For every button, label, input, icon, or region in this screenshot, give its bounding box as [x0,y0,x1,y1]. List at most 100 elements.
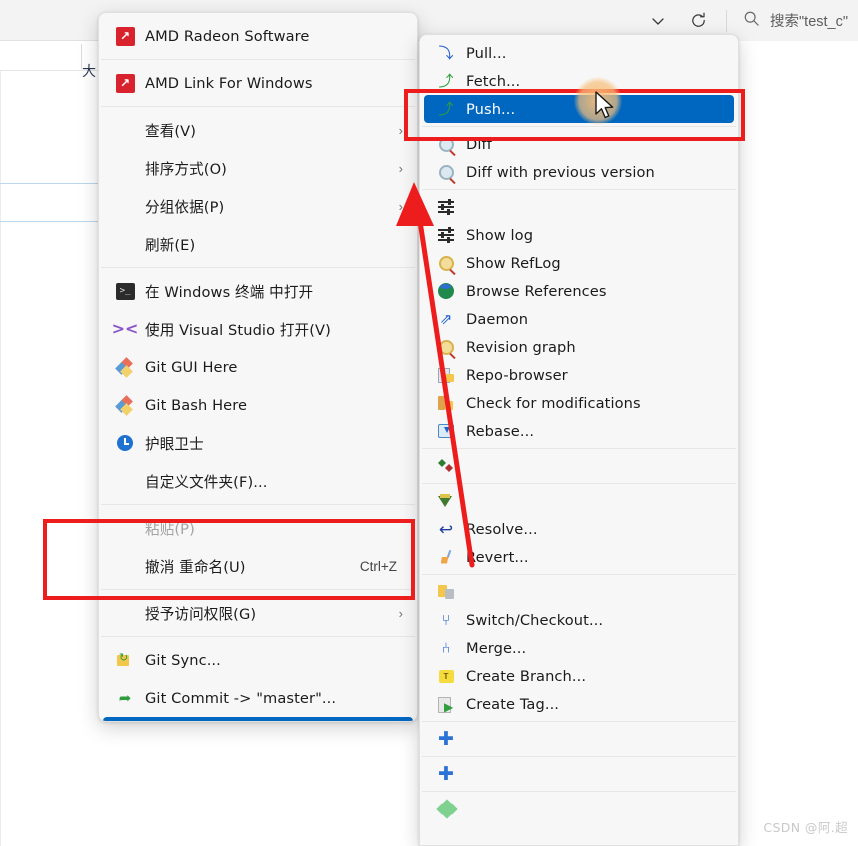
submenu-item-show-log[interactable] [424,193,734,221]
menu-item-label: Resolve... [466,520,538,538]
menu-separator [101,589,415,590]
toolbar-divider [726,9,728,32]
git-icon [111,356,139,378]
menu-item-label: Repo-browser [466,366,568,384]
menu-separator [101,636,415,637]
submenu-item-repo-browser[interactable]: Revision graph [424,333,734,361]
menu-item-label: 排序方式(O) [145,160,227,178]
submenu-item-browse-references[interactable]: Show RefLog [424,249,734,277]
column-header-size[interactable]: 大 [82,61,96,81]
menu-item-label: AMD Radeon Software [145,27,310,45]
submenu-item-pull[interactable]: ⤵ Pull... [424,39,734,67]
submenu-item-revert[interactable]: ↩ Resolve... [424,515,734,543]
menu-item-label: Show RefLog [466,254,561,272]
watermark-text: CSDN @阿.超 [763,820,848,835]
repo-browser-icon [432,337,460,357]
submenu-item-create-patch-serial[interactable] [424,795,734,823]
submenu-item-switch-checkout[interactable] [424,578,734,606]
menu-separator [422,448,736,449]
amd-icon: ↗ [111,26,139,46]
menu-item-view[interactable]: 查看(V) › [103,111,413,149]
menu-separator [422,721,736,722]
bisect-icon [432,456,460,476]
menu-item-open-in-windows-terminal[interactable]: >_ 在 Windows 终端 中打开 [103,272,413,310]
menu-separator [422,756,736,757]
menu-item-refresh[interactable]: 刷新(E) [103,225,413,263]
menu-item-customize-folder[interactable]: 自定义文件夹(F)... [103,462,413,500]
submenu-item-check-for-modifications[interactable]: Repo-browser [424,361,734,389]
menu-item-grant-access[interactable]: 授予访问权限(G) › [103,594,413,632]
menu-separator [101,267,415,268]
daemon-icon [432,281,460,301]
menu-item-amd-link-for-windows[interactable]: ↗ AMD Link For Windows [103,64,413,102]
submenu-item-stash-changes[interactable]: Rebase... [424,417,734,445]
menu-item-label: Switch/Checkout... [466,611,604,629]
menu-item-open-with-visual-studio[interactable]: >< 使用 Visual Studio 打开(V) [103,310,413,348]
menu-separator [101,106,415,107]
menu-item-group-by[interactable]: 分组依据(P) › [103,187,413,225]
plus-icon: ✚ [438,727,454,750]
menu-item-label: 查看(V) [145,122,197,140]
menu-item-sort-by[interactable]: 排序方式(O) › [103,149,413,187]
menu-item-label: Git Commit -> "master"... [145,689,337,707]
chevron-down-icon[interactable] [638,5,678,37]
menu-item-label: Check for modifications [466,394,641,412]
submenu-item-create-tag[interactable]: T Create Branch... [424,662,734,690]
menu-item-eye-guard[interactable]: 护眼卫士 [103,424,413,462]
menu-item-git-bash-here[interactable]: Git Bash Here [103,386,413,424]
chevron-right-icon: › [398,198,403,214]
tortoisegit-submenu: ⤵ Pull... ⤴ Fetch... ⤴ Push... Diff Diff… [419,34,739,846]
submenu-item-diff[interactable]: Diff [424,130,734,158]
menu-item-label: 刷新(E) [145,236,196,254]
menu-item-paste[interactable]: 粘贴(P) [103,509,413,547]
menu-item-label: 在 Windows 终端 中打开 [145,283,314,301]
amd-icon: ↗ [111,73,139,93]
menu-item-git-gui-here[interactable]: Git GUI Here [103,348,413,386]
check-modifications-icon [432,365,460,385]
menu-item-label: 自定义文件夹(F)... [145,473,268,491]
menu-item-label: Browse References [466,282,607,300]
pull-icon: ⤵ [438,44,454,62]
menu-item-label: Merge... [466,639,527,657]
submenu-item-rebase[interactable]: Check for modifications [424,389,734,417]
submenu-item-bisect-start[interactable] [424,452,734,480]
submenu-item-add[interactable]: ✚ [424,725,734,753]
menu-item-tortoisegit[interactable]: TortoiseGit › [103,717,413,721]
refresh-icon[interactable] [678,5,718,37]
submenu-item-submodule-add[interactable]: ✚ [424,760,734,788]
menu-separator [422,574,736,575]
menu-item-git-commit[interactable]: ➦ Git Commit -> "master"... [103,679,413,717]
context-menu: ↗ AMD Radeon Software ↗ AMD Link For Win… [98,12,418,722]
menu-item-amd-radeon-software[interactable]: ↗ AMD Radeon Software [103,17,413,55]
submenu-item-create-branch[interactable]: ⑃ Merge... [424,634,734,662]
menu-item-label: Diff [466,135,492,153]
rebase-icon [432,393,460,413]
menu-item-label: 粘贴(P) [145,520,195,538]
search-input[interactable]: 搜索"test_c" [735,10,848,32]
menu-item-label: Show log [466,226,534,244]
fetch-icon: ⤴ [438,72,454,90]
menu-item-git-sync[interactable]: Git Sync... [103,641,413,679]
submenu-item-merge[interactable]: ⑂ Switch/Checkout... [424,606,734,634]
submenu-item-clean-up[interactable]: Revert... [424,543,734,571]
plus-icon: ✚ [438,762,454,785]
menu-item-undo-rename[interactable]: 撤消 重命名(U) Ctrl+Z [103,547,413,585]
submenu-item-export[interactable]: Create Tag... [424,690,734,718]
no-icon [111,556,139,576]
submenu-item-resolve[interactable] [424,487,734,515]
no-icon [111,603,139,623]
submenu-item-diff-with-previous-version[interactable]: Diff with previous version [424,158,734,186]
submenu-item-show-reflog[interactable]: Show log [424,221,734,249]
menu-item-label: Create Tag... [466,695,560,713]
submenu-item-push[interactable]: ⤴ Push... [424,95,734,123]
browse-references-icon [432,253,460,273]
submenu-item-daemon[interactable]: Browse References [424,277,734,305]
submenu-item-fetch[interactable]: ⤴ Fetch... [424,67,734,95]
menu-item-label: Create Branch... [466,667,587,685]
menu-item-label: Push... [466,100,516,118]
submenu-item-revision-graph[interactable]: ⇗ Daemon [424,305,734,333]
diff-icon [432,162,460,182]
chevron-right-icon: › [398,605,403,621]
create-tag-icon: T [432,666,460,686]
menu-item-label: Git Bash Here [145,396,248,414]
